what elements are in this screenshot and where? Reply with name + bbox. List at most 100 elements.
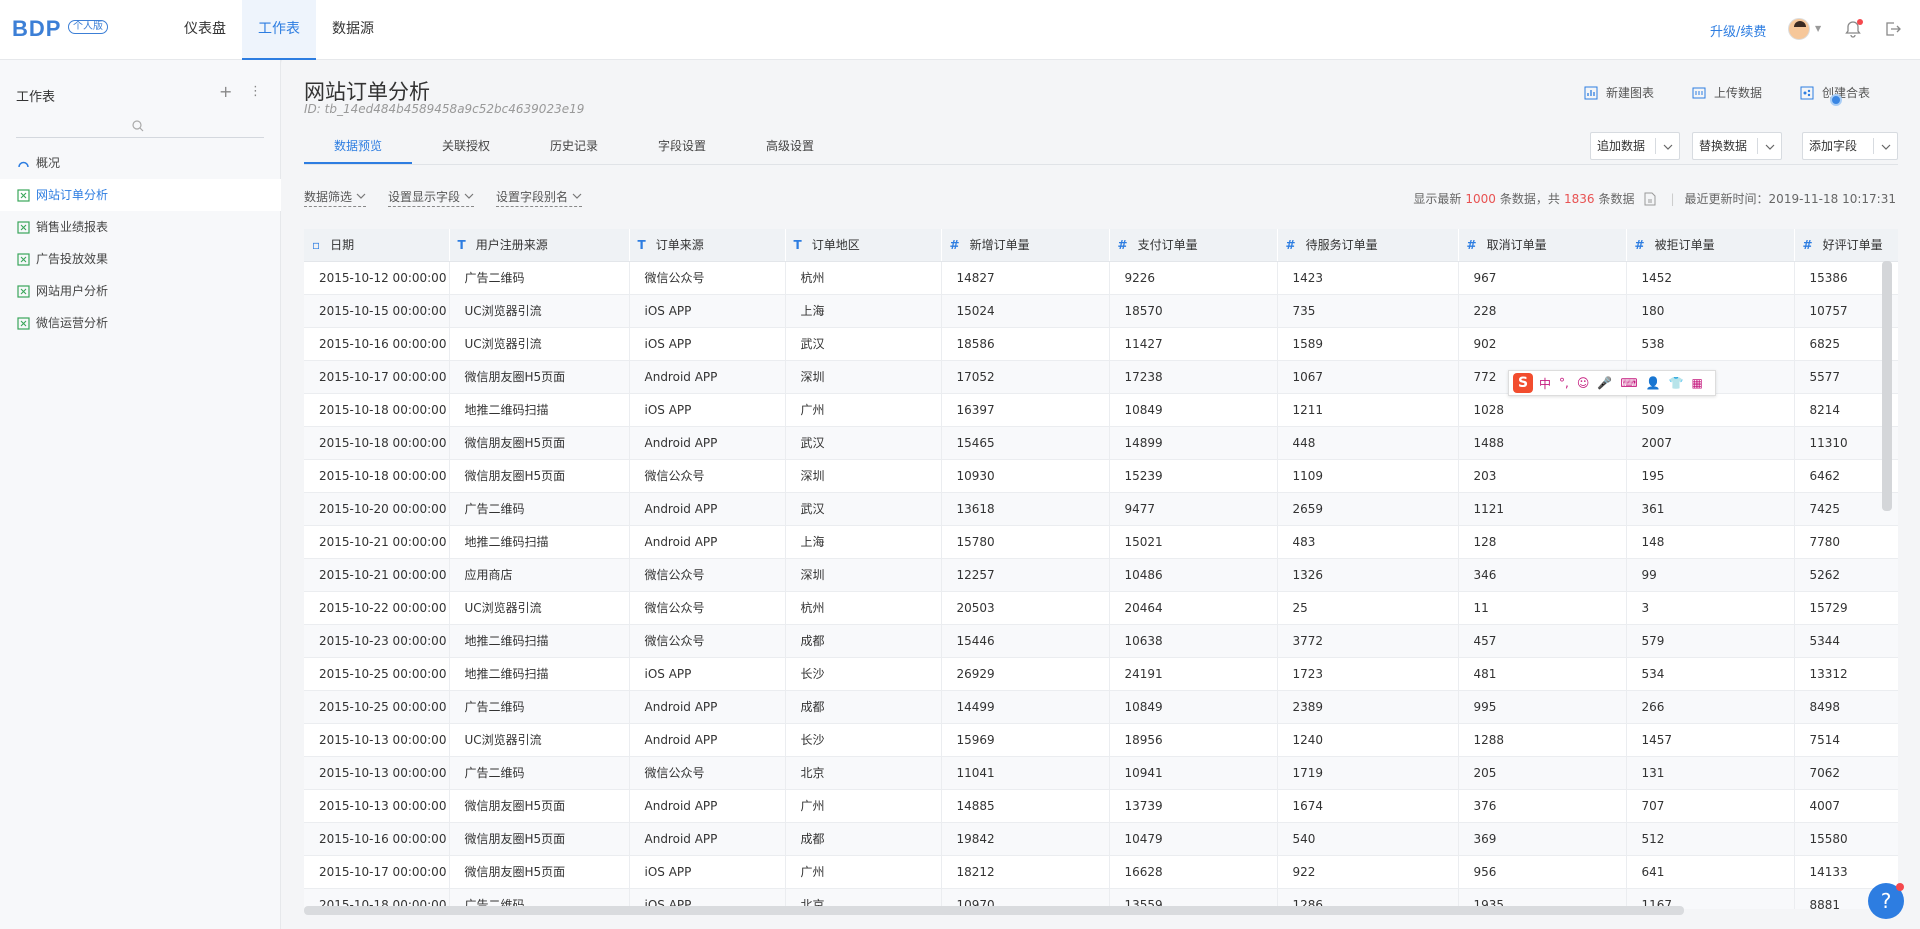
- table-cell[interactable]: 2015-10-23 00:00:00: [304, 624, 450, 658]
- table-cell[interactable]: 2015-10-20 00:00:00: [304, 492, 450, 526]
- table-cell[interactable]: 14885: [941, 789, 1110, 823]
- table-cell[interactable]: 1326: [1277, 558, 1459, 592]
- table-cell[interactable]: 武汉: [785, 426, 942, 460]
- append-data-dropdown[interactable]: 追加数据: [1590, 132, 1680, 160]
- table-cell[interactable]: 1723: [1277, 657, 1459, 691]
- table-row[interactable]: 2015-10-15 00:00:00 UC浏览器引流 iOS APP 上海 15024…: [304, 294, 1898, 328]
- table-cell[interactable]: 武汉: [785, 327, 942, 361]
- ime-keyboard[interactable]: ⌨: [1620, 376, 1637, 390]
- table-cell[interactable]: 228: [1458, 294, 1627, 328]
- sidebar-item-overview[interactable]: 概况: [0, 147, 281, 179]
- column-header[interactable]: # 待服务订单量: [1277, 229, 1459, 262]
- table-cell[interactable]: 微信朋友圈H5页面: [449, 360, 630, 394]
- table-cell[interactable]: 微信朋友圈H5页面: [449, 426, 630, 460]
- table-row[interactable]: 2015-10-18 00:00:00 微信朋友圈H5页面 微信公众号 深圳 10930…: [304, 459, 1898, 493]
- table-cell[interactable]: 长沙: [785, 723, 942, 757]
- table-cell[interactable]: 微信朋友圈H5页面: [449, 855, 630, 889]
- table-cell[interactable]: 10849: [1109, 690, 1278, 724]
- table-cell[interactable]: 微信朋友圈H5页面: [449, 822, 630, 856]
- table-cell[interactable]: 15780: [941, 525, 1110, 559]
- table-cell[interactable]: 2015-10-12 00:00:00: [304, 261, 450, 295]
- table-cell[interactable]: 广州: [785, 393, 942, 427]
- table-cell[interactable]: 205: [1458, 756, 1627, 790]
- sidebar-item-website-orders[interactable]: 网站订单分析: [0, 179, 281, 211]
- vertical-scrollbar[interactable]: [1882, 261, 1892, 511]
- add-icon[interactable]: +: [219, 82, 232, 101]
- table-row[interactable]: 2015-10-17 00:00:00 微信朋友圈H5页面 iOS APP 广州 182…: [304, 855, 1898, 889]
- table-cell[interactable]: 538: [1626, 327, 1795, 361]
- field-alias-dropdown[interactable]: 设置字段别名: [496, 188, 583, 207]
- table-cell[interactable]: 19842: [941, 822, 1110, 856]
- table-cell[interactable]: 2015-10-18 00:00:00: [304, 393, 450, 427]
- table-row[interactable]: 2015-10-18 00:00:00 微信朋友圈H5页面 Android APP 武…: [304, 426, 1898, 460]
- table-cell[interactable]: Android APP: [629, 822, 786, 856]
- table-cell[interactable]: 17238: [1109, 360, 1278, 394]
- table-cell[interactable]: 地推二维码扫描: [449, 624, 630, 658]
- nav-tab-dashboard[interactable]: 仪表盘: [168, 0, 242, 60]
- table-cell[interactable]: 16628: [1109, 855, 1278, 889]
- table-cell[interactable]: 2015-10-21 00:00:00: [304, 525, 450, 559]
- add-field-dropdown[interactable]: 添加字段: [1802, 132, 1898, 160]
- table-cell[interactable]: 7062: [1794, 756, 1898, 790]
- logout-icon[interactable]: [1884, 20, 1902, 38]
- table-cell[interactable]: 369: [1458, 822, 1627, 856]
- table-cell[interactable]: 902: [1458, 327, 1627, 361]
- table-cell[interactable]: 地推二维码扫描: [449, 393, 630, 427]
- table-cell[interactable]: 1211: [1277, 393, 1459, 427]
- tab-advanced-settings[interactable]: 高级设置: [736, 130, 844, 164]
- table-cell[interactable]: 成都: [785, 690, 942, 724]
- table-cell[interactable]: 18586: [941, 327, 1110, 361]
- table-cell[interactable]: 2015-10-25 00:00:00: [304, 690, 450, 724]
- table-cell[interactable]: 509: [1626, 393, 1795, 427]
- table-cell[interactable]: 1288: [1458, 723, 1627, 757]
- ime-emoji[interactable]: ☺: [1577, 376, 1590, 390]
- table-cell[interactable]: 武汉: [785, 492, 942, 526]
- table-cell[interactable]: 微信公众号: [629, 261, 786, 295]
- table-cell[interactable]: 14899: [1109, 426, 1278, 460]
- table-cell[interactable]: 483: [1277, 525, 1459, 559]
- column-header[interactable]: T 订单地区: [785, 229, 942, 262]
- table-cell[interactable]: 2015-10-13 00:00:00: [304, 789, 450, 823]
- column-header[interactable]: T 订单来源: [629, 229, 786, 262]
- table-cell[interactable]: 1121: [1458, 492, 1627, 526]
- tab-field-settings[interactable]: 字段设置: [628, 130, 736, 164]
- table-cell[interactable]: Android APP: [629, 360, 786, 394]
- column-header[interactable]: # 被拒订单量: [1626, 229, 1795, 262]
- table-cell[interactable]: 128: [1458, 525, 1627, 559]
- table-cell[interactable]: 20464: [1109, 591, 1278, 625]
- table-cell[interactable]: 2015-10-17 00:00:00: [304, 360, 450, 394]
- table-cell[interactable]: 15465: [941, 426, 1110, 460]
- table-cell[interactable]: 成都: [785, 822, 942, 856]
- table-cell[interactable]: Android APP: [629, 789, 786, 823]
- table-cell[interactable]: 448: [1277, 426, 1459, 460]
- table-cell[interactable]: 深圳: [785, 360, 942, 394]
- table-row[interactable]: 2015-10-13 00:00:00 UC浏览器引流 Android APP 长沙 1…: [304, 723, 1898, 757]
- table-row[interactable]: 2015-10-21 00:00:00 地推二维码扫描 Android APP 上海 1…: [304, 525, 1898, 559]
- table-cell[interactable]: 2015-10-16 00:00:00: [304, 327, 450, 361]
- table-cell[interactable]: 10941: [1109, 756, 1278, 790]
- table-cell[interactable]: 13618: [941, 492, 1110, 526]
- table-cell[interactable]: 13312: [1794, 657, 1898, 691]
- table-row[interactable]: 2015-10-22 00:00:00 UC浏览器引流 微信公众号 杭州 20503 20…: [304, 591, 1898, 625]
- table-cell[interactable]: 上海: [785, 525, 942, 559]
- table-cell[interactable]: 15969: [941, 723, 1110, 757]
- table-cell[interactable]: 1488: [1458, 426, 1627, 460]
- table-cell[interactable]: 2015-10-13 00:00:00: [304, 723, 450, 757]
- column-header[interactable]: # 支付订单量: [1109, 229, 1278, 262]
- table-cell[interactable]: 15024: [941, 294, 1110, 328]
- table-cell[interactable]: 广告二维码: [449, 261, 630, 295]
- data-filter-dropdown[interactable]: 数据筛选: [304, 188, 367, 207]
- column-header[interactable]: ▫ 日期: [304, 229, 450, 262]
- table-cell[interactable]: iOS APP: [629, 294, 786, 328]
- table-cell[interactable]: 2015-10-18 00:00:00: [304, 459, 450, 493]
- column-header[interactable]: # 好评订单量: [1794, 229, 1898, 262]
- table-cell[interactable]: 7780: [1794, 525, 1898, 559]
- table-cell[interactable]: UC浏览器引流: [449, 294, 630, 328]
- table-cell[interactable]: 1719: [1277, 756, 1459, 790]
- table-cell[interactable]: 956: [1458, 855, 1627, 889]
- table-cell[interactable]: 15239: [1109, 459, 1278, 493]
- table-cell[interactable]: 微信公众号: [629, 624, 786, 658]
- table-cell[interactable]: 微信朋友圈H5页面: [449, 789, 630, 823]
- table-cell[interactable]: 15729: [1794, 591, 1898, 625]
- table-cell[interactable]: 195: [1626, 459, 1795, 493]
